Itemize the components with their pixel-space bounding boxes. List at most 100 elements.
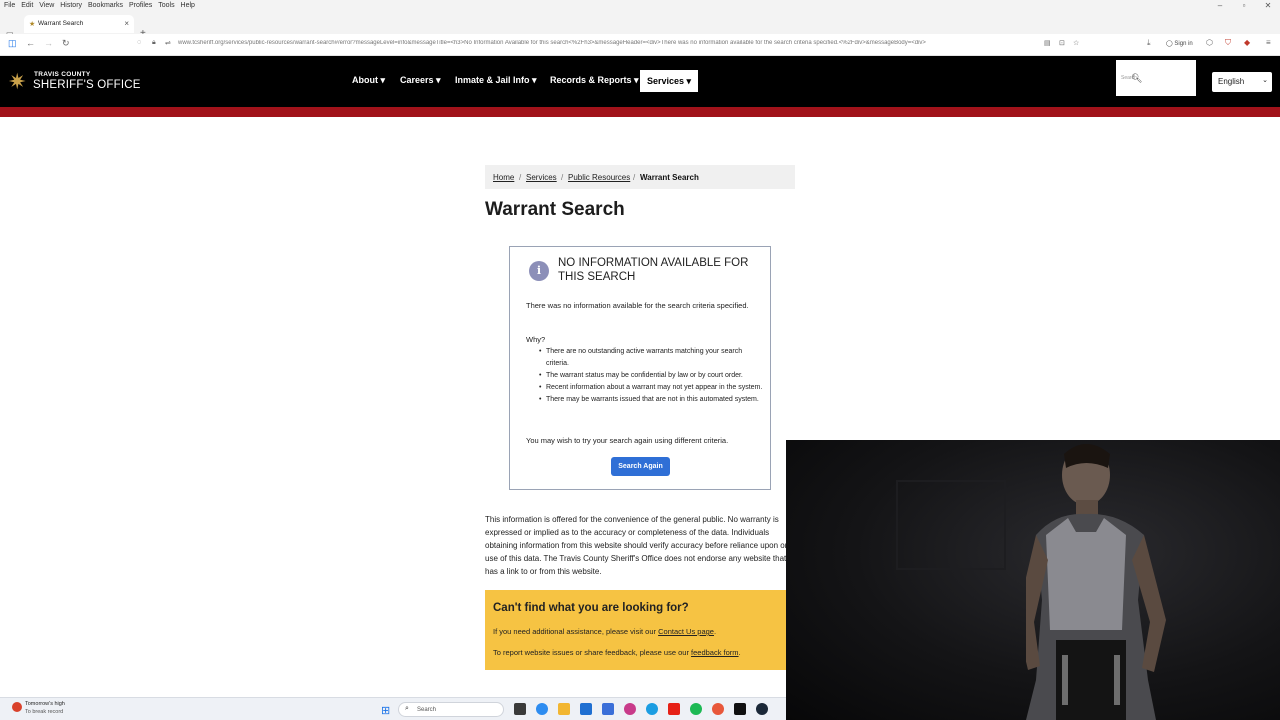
breadcrumb-separator: / [633, 173, 636, 182]
breadcrumb: Home / Services / Public Resources / War… [485, 165, 795, 189]
breadcrumb-home[interactable]: Home [493, 173, 514, 182]
weather-title[interactable]: Tomorrow's high [25, 701, 65, 707]
tab-title: Warrant Search [38, 20, 84, 27]
reasons-list: There are no outstanding active warrants… [539, 346, 766, 406]
browser-app-icon[interactable] [712, 703, 724, 715]
terminal-icon[interactable] [734, 703, 746, 715]
menu-history[interactable]: History [60, 0, 82, 11]
feedback-form-link[interactable]: feedback form [691, 648, 739, 657]
browser-menubar: File Edit View History Bookmarks Profile… [0, 0, 1280, 12]
nav-inmate-jail-info[interactable]: Inmate & Jail Info ▾ [455, 75, 537, 86]
edge-icon[interactable] [646, 703, 658, 715]
firefox-icon[interactable] [624, 703, 636, 715]
info-icon: i [529, 261, 549, 281]
help-feedback-period: . [738, 648, 741, 657]
webcam-person-image [1026, 444, 1166, 720]
search-icon[interactable]: 🔍︎ [1131, 73, 1142, 84]
sign-in-button[interactable]: ◯ Sign in [1166, 40, 1193, 47]
lock-icon[interactable]: 🔒︎ [152, 39, 156, 47]
start-icon[interactable]: ⊞ [381, 704, 390, 717]
reason-item: Recent information about a warrant may n… [539, 382, 766, 394]
calendar-app-icon[interactable] [580, 703, 592, 715]
tab-favicon-icon: ★ [29, 21, 36, 28]
menu-file[interactable]: File [4, 0, 15, 11]
menu-profiles[interactable]: Profiles [129, 0, 152, 11]
logo-county-text[interactable]: TRAVIS COUNTY [34, 71, 91, 78]
tab-close-icon[interactable]: × [124, 19, 129, 28]
breadcrumb-public-resources[interactable]: Public Resources [568, 173, 630, 182]
reason-item: There are no outstanding active warrants… [539, 346, 766, 369]
file-explorer-icon[interactable] [558, 703, 570, 715]
steam-icon[interactable] [756, 703, 768, 715]
breadcrumb-separator: / [561, 173, 564, 182]
sheriff-badge-icon[interactable]: ✷ [8, 70, 32, 94]
language-select[interactable]: English ⌄ [1212, 72, 1272, 92]
tab-strip: ▭ ★ Warrant Search × + ⌄ [0, 12, 1280, 39]
back-icon[interactable]: ← [26, 38, 35, 48]
why-label: Why? [526, 335, 546, 344]
language-value: English [1218, 77, 1245, 86]
window-controls: – ▫ ✕ [1208, 0, 1280, 12]
os-taskbar: Tomorrow's high To break record ⊞ ⌕ Sear… [0, 697, 786, 720]
disclaimer-text: This information is offered for the conv… [485, 515, 788, 576]
message-text: There was no information available for t… [526, 301, 749, 310]
browser-navbar: ◫ ← → ↻ ◌ 🔒︎ ⇌ www.tcsheriff.org/service… [0, 34, 1280, 56]
contact-us-link[interactable]: Contact Us page [658, 627, 714, 636]
menu-bookmarks[interactable]: Bookmarks [88, 0, 123, 11]
help-title: Can't find what you are looking for? [493, 602, 689, 614]
reader-icon[interactable]: ▤ [1044, 39, 1051, 47]
maximize-icon[interactable]: ▫ [1232, 0, 1256, 11]
help-contact-text: If you need additional assistance, pleas… [493, 627, 659, 636]
help-callout: Can't find what you are looking for? If … [485, 590, 790, 670]
downloads-icon[interactable]: ⤓ [1147, 38, 1151, 48]
help-contact-period: . [713, 627, 717, 636]
task-view-icon[interactable] [514, 703, 526, 715]
nav-about[interactable]: About ▾ [352, 75, 385, 86]
extensions-icon[interactable]: ⬡ [1206, 38, 1213, 47]
search-again-button[interactable]: Search Again [611, 457, 670, 476]
copilot-icon[interactable] [536, 703, 548, 715]
app-menu-icon[interactable]: ≡ [1266, 38, 1271, 47]
try-again-text: You may wish to try your search again us… [526, 436, 729, 445]
menu-edit[interactable]: Edit [21, 0, 33, 11]
nav-services[interactable]: Services ▾ [640, 70, 698, 92]
logo-office-text[interactable]: SHERIFF'S OFFICE [33, 79, 141, 91]
bookmark-star-icon[interactable]: ☆ [1073, 39, 1079, 47]
menu-help[interactable]: Help [181, 0, 195, 11]
profile-extension-icon[interactable]: ◆ [1244, 38, 1250, 47]
no-results-message: i No Information Available for this sear… [509, 246, 771, 490]
site-header: ✷ TRAVIS COUNTY SHERIFF'S OFFICE About ▾… [0, 56, 1280, 107]
alert-banner [0, 107, 1280, 117]
tracking-icon[interactable]: ◌ [137, 39, 141, 46]
address-bar[interactable]: ◌ 🔒︎ ⇌ www.tcsheriff.org/services/public… [134, 36, 1084, 53]
shield-extension-icon[interactable]: ⛉ [1225, 38, 1231, 48]
breadcrumb-current: Warrant Search [640, 173, 699, 182]
reload-icon[interactable]: ↻ [62, 38, 70, 49]
youtube-icon[interactable] [668, 703, 680, 715]
menu-tools[interactable]: Tools [158, 0, 174, 11]
store-icon[interactable] [602, 703, 614, 715]
menu-view[interactable]: View [39, 0, 54, 11]
site-search-input[interactable]: Search 🔍︎ [1116, 60, 1196, 96]
collections-icon[interactable]: ◫ [8, 38, 17, 49]
help-feedback-line: To report website issues or share feedba… [493, 648, 741, 657]
breadcrumb-separator: / [519, 173, 522, 182]
nav-records-reports[interactable]: Records & Reports ▾ [550, 75, 639, 86]
weather-icon[interactable] [12, 702, 22, 712]
help-contact-line: If you need additional assistance, pleas… [493, 627, 716, 636]
nav-careers[interactable]: Careers ▾ [400, 75, 441, 86]
help-feedback-text: To report website issues or share feedba… [493, 648, 692, 657]
webcam-overlay [786, 440, 1280, 720]
screenshot-icon[interactable]: ⊡ [1059, 39, 1065, 47]
weather-subtitle[interactable]: To break record [25, 709, 63, 715]
forward-icon[interactable]: → [44, 38, 53, 48]
spotify-icon[interactable] [690, 703, 702, 715]
breadcrumb-services[interactable]: Services [526, 173, 557, 182]
taskbar-search[interactable]: ⌕ Search [398, 702, 504, 717]
tab-warrant-search[interactable]: ★ Warrant Search × [24, 15, 134, 33]
webcam-background-frame [896, 480, 1006, 570]
minimize-icon[interactable]: – [1208, 0, 1232, 11]
close-window-icon[interactable]: ✕ [1256, 0, 1280, 11]
site-permissions-icon[interactable]: ⇌ [165, 39, 171, 47]
url-text: www.tcsheriff.org/services/public-resour… [178, 40, 926, 46]
